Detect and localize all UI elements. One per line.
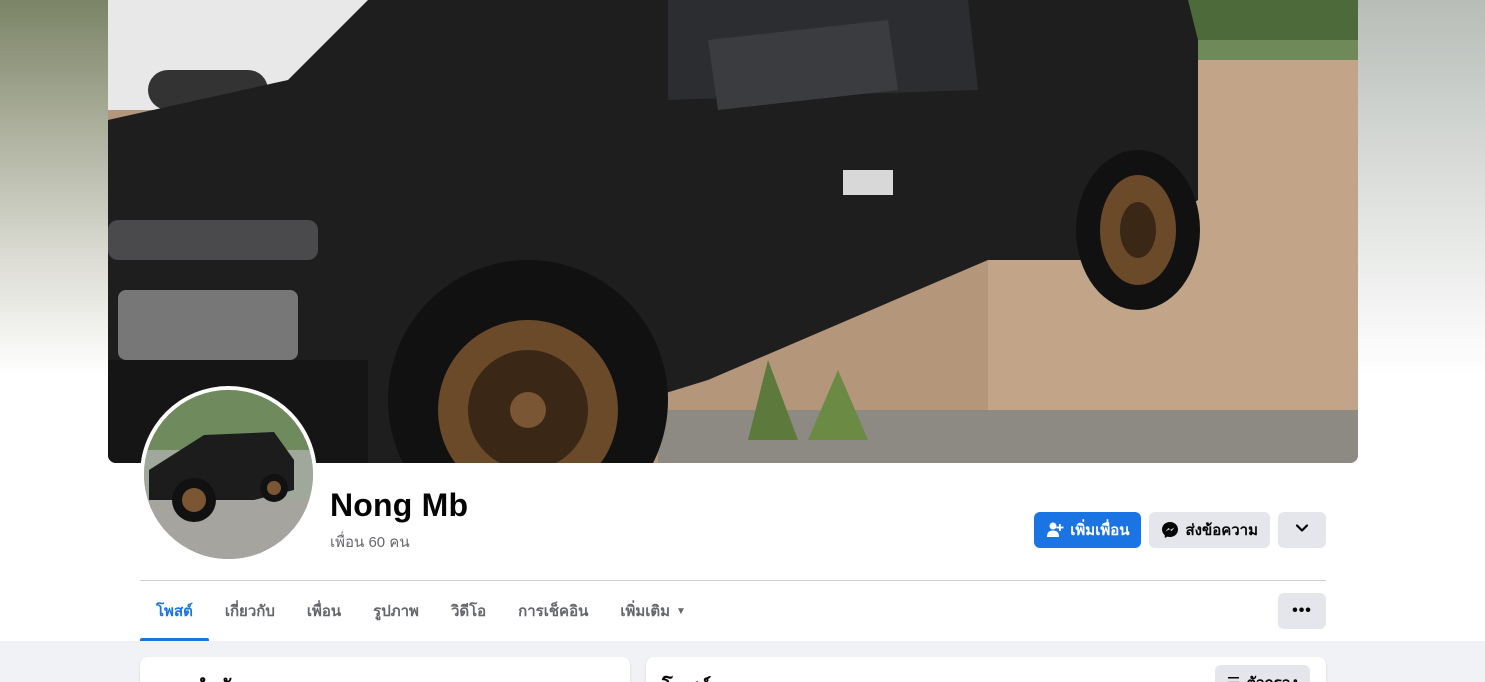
tab-photos[interactable]: รูปภาพ xyxy=(357,581,435,641)
filter-button[interactable]: ☰ ตัวกรอง xyxy=(1214,665,1310,682)
profile-picture-image xyxy=(144,390,313,559)
profile-picture-frame[interactable] xyxy=(140,386,317,563)
message-label: ส่งข้อความ xyxy=(1185,522,1258,539)
filter-icon: ☰ xyxy=(1227,674,1240,682)
posts-card: โพสต์ ☰ ตัวกรอง xyxy=(646,657,1326,682)
tab-photos-label: รูปภาพ xyxy=(373,603,419,620)
profile-actions: เพิ่มเพื่อน ส่งข้อความ xyxy=(1034,512,1326,548)
posts-card-title: โพสต์ xyxy=(662,671,711,682)
tab-more[interactable]: เพิ่มเติม ▼ xyxy=(604,581,702,641)
tab-friends[interactable]: เพื่อน xyxy=(291,581,357,641)
friend-count[interactable]: เพื่อน 60 คน xyxy=(330,530,410,554)
profile-picture[interactable] xyxy=(144,390,313,559)
cover-photo-image xyxy=(108,0,1358,463)
tab-checkins-label: การเช็คอิน xyxy=(518,603,589,620)
add-friend-label: เพิ่มเพื่อน xyxy=(1070,522,1130,539)
tab-about[interactable]: เกี่ยวกับ xyxy=(209,581,291,641)
chevron-down-icon xyxy=(1295,521,1309,539)
tab-posts[interactable]: โพสต์ xyxy=(140,581,209,641)
messenger-icon xyxy=(1161,521,1179,539)
more-options-button[interactable]: ••• xyxy=(1278,593,1326,629)
profile-name: Nong Mb xyxy=(330,487,469,523)
tab-about-label: เกี่ยวกับ xyxy=(224,603,275,620)
tab-videos-label: วิดีโอ xyxy=(450,603,487,620)
profile-tabs: โพสต์ เกี่ยวกับ เพื่อน รูปภาพ วิดีโอ การ… xyxy=(140,581,702,641)
intro-card: แนะนำตัว xyxy=(140,657,630,682)
tab-checkins[interactable]: การเช็คอิน xyxy=(502,581,604,641)
tab-friends-label: เพื่อน xyxy=(306,603,342,620)
add-friend-button[interactable]: เพิ่มเพื่อน xyxy=(1034,512,1142,548)
filter-label: ตัวกรอง xyxy=(1246,671,1298,682)
message-button[interactable]: ส่งข้อความ xyxy=(1149,512,1270,548)
tab-more-label: เพิ่มเติม xyxy=(620,603,671,620)
tab-videos[interactable]: วิดีโอ xyxy=(435,581,502,641)
add-friend-icon xyxy=(1046,521,1064,539)
caret-down-icon: ▼ xyxy=(676,605,686,617)
profile-options-dropdown[interactable] xyxy=(1278,512,1326,548)
intro-card-title: แนะนำตัว xyxy=(156,671,242,682)
tab-posts-label: โพสต์ xyxy=(156,603,193,620)
ellipsis-icon: ••• xyxy=(1292,602,1312,619)
cover-photo[interactable] xyxy=(108,0,1358,463)
